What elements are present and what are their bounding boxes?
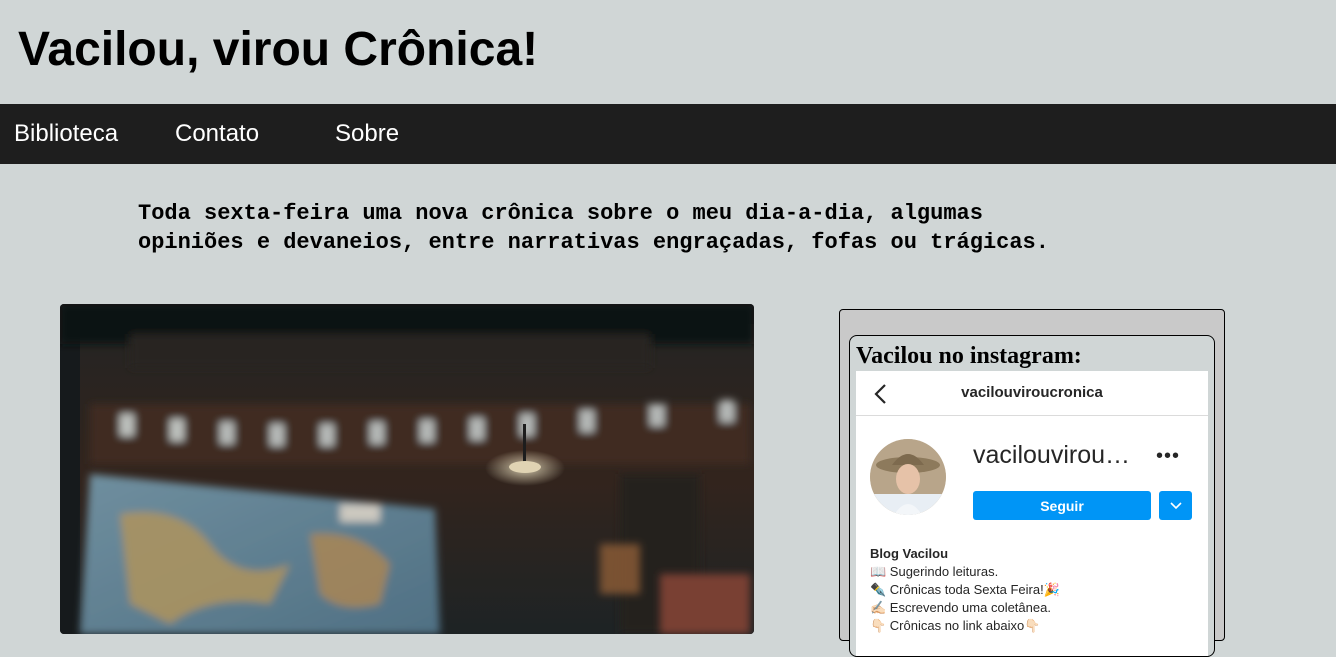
chevron-down-icon bbox=[1169, 502, 1182, 510]
profile-bio: Blog Vacilou 📖 Sugerindo leituras. ✒️ Cr… bbox=[870, 545, 1060, 635]
bio-line: ✍🏻 Escrevendo uma coletânea. bbox=[870, 600, 1051, 615]
instagram-embed: vacilouviroucronica vacilouvirou… ••• Se… bbox=[856, 371, 1208, 656]
instagram-heading: Vacilou no instagram: bbox=[856, 343, 1082, 369]
more-horizontal-icon[interactable]: ••• bbox=[1156, 445, 1180, 468]
follow-button[interactable]: Seguir bbox=[973, 491, 1151, 520]
embed-topbar-username: vacilouviroucronica bbox=[961, 384, 1103, 401]
intro-text: Toda sexta-feira uma nova crônica sobre … bbox=[138, 199, 1238, 257]
nav-biblioteca[interactable]: Biblioteca bbox=[14, 104, 118, 164]
intro-line-1: Toda sexta-feira uma nova crônica sobre … bbox=[138, 201, 983, 226]
bio-line: 📖 Sugerindo leituras. bbox=[870, 564, 999, 579]
bio-title: Blog Vacilou bbox=[870, 546, 949, 561]
nav-contato[interactable]: Contato bbox=[175, 104, 259, 164]
profile-avatar[interactable] bbox=[870, 439, 946, 515]
main-navbar: Biblioteca Contato Sobre bbox=[0, 104, 1336, 164]
bio-line: ✒️ Crônicas toda Sexta Feira!🎉 bbox=[870, 582, 1060, 597]
instagram-widget: Vacilou no instagram: vacilouviroucronic… bbox=[839, 309, 1225, 657]
intro-line-2: opiniões e devaneios, entre narrativas e… bbox=[138, 230, 1049, 255]
hero-photo bbox=[60, 304, 754, 634]
instagram-inner-frame: Vacilou no instagram: vacilouviroucronic… bbox=[849, 335, 1215, 657]
nav-sobre[interactable]: Sobre bbox=[335, 104, 399, 164]
site-title: Vacilou, virou Crônica! bbox=[18, 23, 539, 76]
suggestions-dropdown-button[interactable] bbox=[1159, 491, 1192, 520]
embed-topbar: vacilouviroucronica bbox=[856, 371, 1208, 416]
profile-name: vacilouvirou… bbox=[973, 441, 1131, 469]
